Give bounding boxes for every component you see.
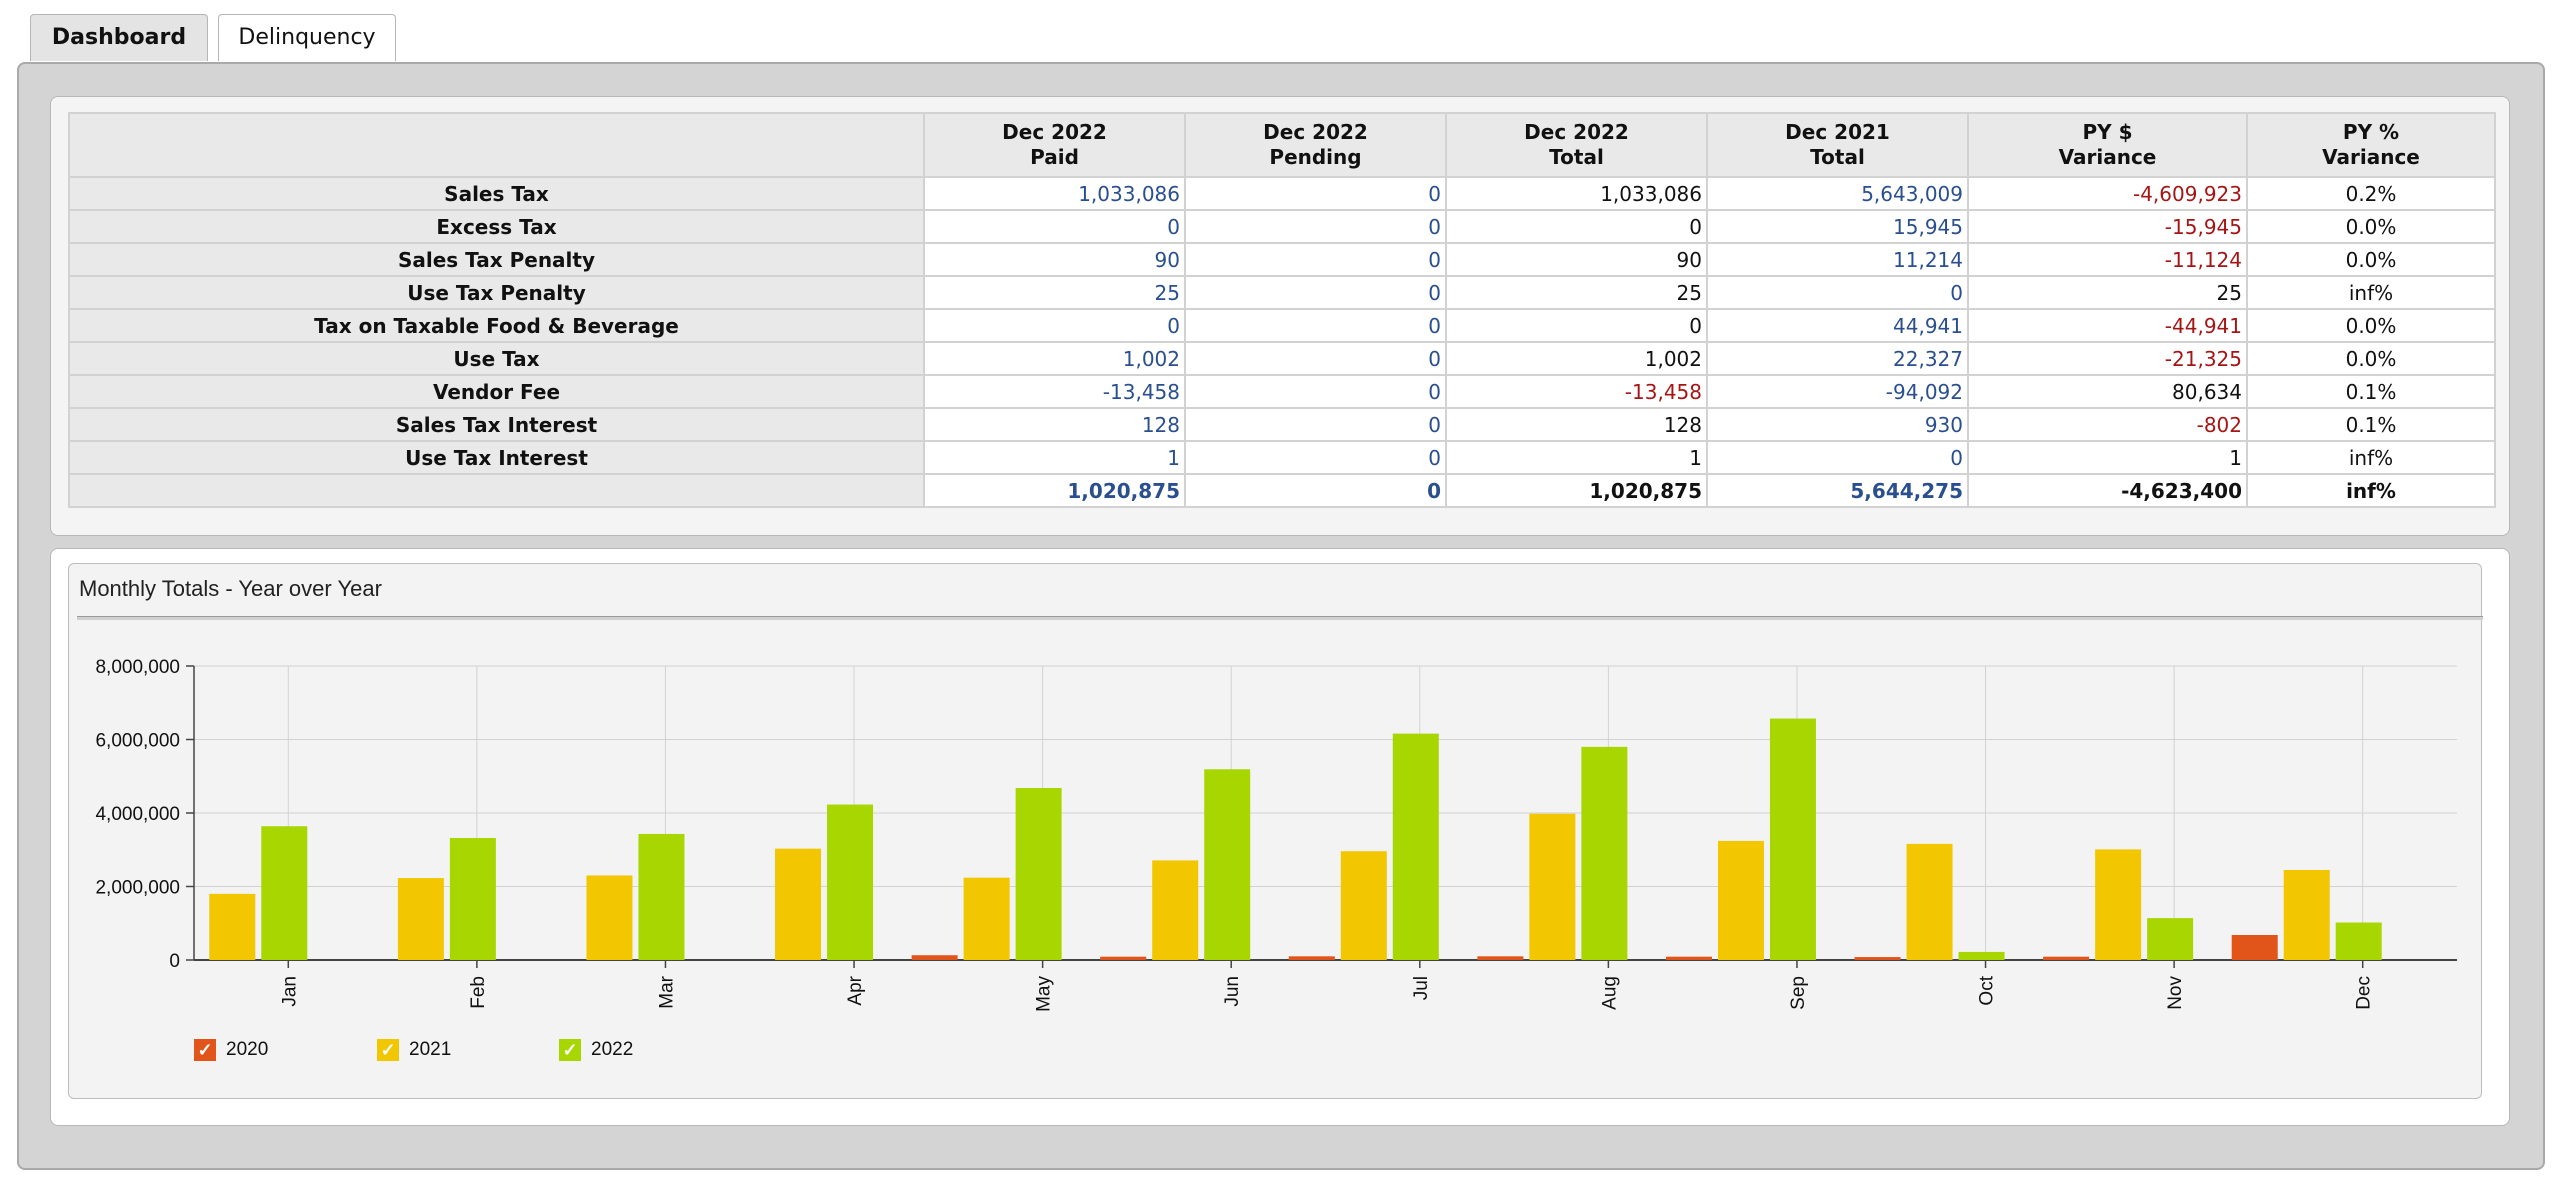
- bar-2021-jun: [1152, 860, 1199, 960]
- bar-2022-mar: [638, 833, 685, 960]
- bar-2021-feb: [397, 878, 444, 960]
- bar-2021-jan: [209, 893, 256, 960]
- bar-2021-nov: [2095, 849, 2142, 960]
- bar-2022-jan: [261, 826, 308, 960]
- x-tick-label: Dec: [2354, 976, 2375, 1010]
- bar-2021-aug: [1529, 813, 1576, 960]
- x-tick-label: Sep: [1788, 976, 1809, 1010]
- legend-label: 2021: [409, 1039, 452, 1061]
- bar-2020-dec: [2231, 935, 2278, 960]
- bar-2022-jun: [1204, 769, 1251, 960]
- x-tick-label: Jan: [279, 976, 300, 1007]
- x-tick-label: Jul: [1411, 976, 1432, 1000]
- bar-2020-sep: [1665, 956, 1712, 960]
- y-tick-label: 8,000,000: [95, 657, 180, 678]
- x-tick-label: Oct: [1977, 975, 1998, 1005]
- bar-2020-jul: [1288, 956, 1335, 960]
- bar-2021-may: [963, 877, 1010, 960]
- x-tick-label: Jun: [1222, 976, 1243, 1007]
- legend-checkbox-icon[interactable]: ✓: [377, 1039, 399, 1061]
- bar-2022-feb: [449, 837, 496, 960]
- legend-item-2022[interactable]: ✓ 2022: [559, 1039, 633, 1061]
- bar-2021-dec: [2283, 869, 2330, 960]
- legend-checkbox-icon[interactable]: ✓: [194, 1039, 216, 1061]
- legend-checkbox-icon[interactable]: ✓: [559, 1039, 581, 1061]
- legend-label: 2020: [226, 1039, 269, 1061]
- bar-2020-jun: [1100, 956, 1147, 960]
- bar-2020-may: [911, 955, 958, 960]
- bar-2022-sep: [1769, 718, 1816, 960]
- x-tick-label: Apr: [845, 975, 866, 1005]
- x-tick-label: May: [1034, 976, 1055, 1012]
- y-tick-label: 6,000,000: [95, 731, 180, 752]
- monthly-totals-bar-chart: 0 2,000,000 4,000,000 6,000,000 8,000,000 Jan…: [95, 657, 2457, 1012]
- bar-2021-oct: [1906, 843, 1953, 960]
- legend-label: 2022: [591, 1039, 634, 1061]
- legend-item-2021[interactable]: ✓ 2021: [377, 1039, 451, 1061]
- legend-item-2020[interactable]: ✓ 2020: [194, 1039, 268, 1061]
- bar-2022-oct: [1958, 951, 2005, 960]
- x-tick-label: Aug: [1599, 976, 1620, 1010]
- bar-2020-nov: [2043, 956, 2090, 960]
- bar-2020-oct: [1854, 957, 1901, 960]
- bar-2022-aug: [1581, 746, 1628, 960]
- y-tick-label: 2,000,000: [95, 878, 180, 899]
- x-tick-label: Nov: [2165, 976, 2186, 1010]
- y-tick-label: 0: [169, 951, 180, 972]
- bar-2022-jul: [1392, 733, 1439, 960]
- bar-2022-may: [1015, 788, 1062, 960]
- bar-2021-jul: [1340, 851, 1387, 960]
- x-tick-label: Mar: [656, 975, 677, 1008]
- bar-2021-apr: [775, 848, 822, 960]
- bar-2022-dec: [2335, 922, 2382, 960]
- bar-2022-nov: [2147, 918, 2194, 960]
- y-tick-label: 4,000,000: [95, 804, 180, 825]
- bar-2020-aug: [1477, 956, 1524, 960]
- x-tick-label: Feb: [468, 976, 489, 1009]
- bar-2021-sep: [1717, 840, 1764, 960]
- bar-2022-apr: [827, 804, 874, 960]
- bar-2021-mar: [586, 875, 633, 960]
